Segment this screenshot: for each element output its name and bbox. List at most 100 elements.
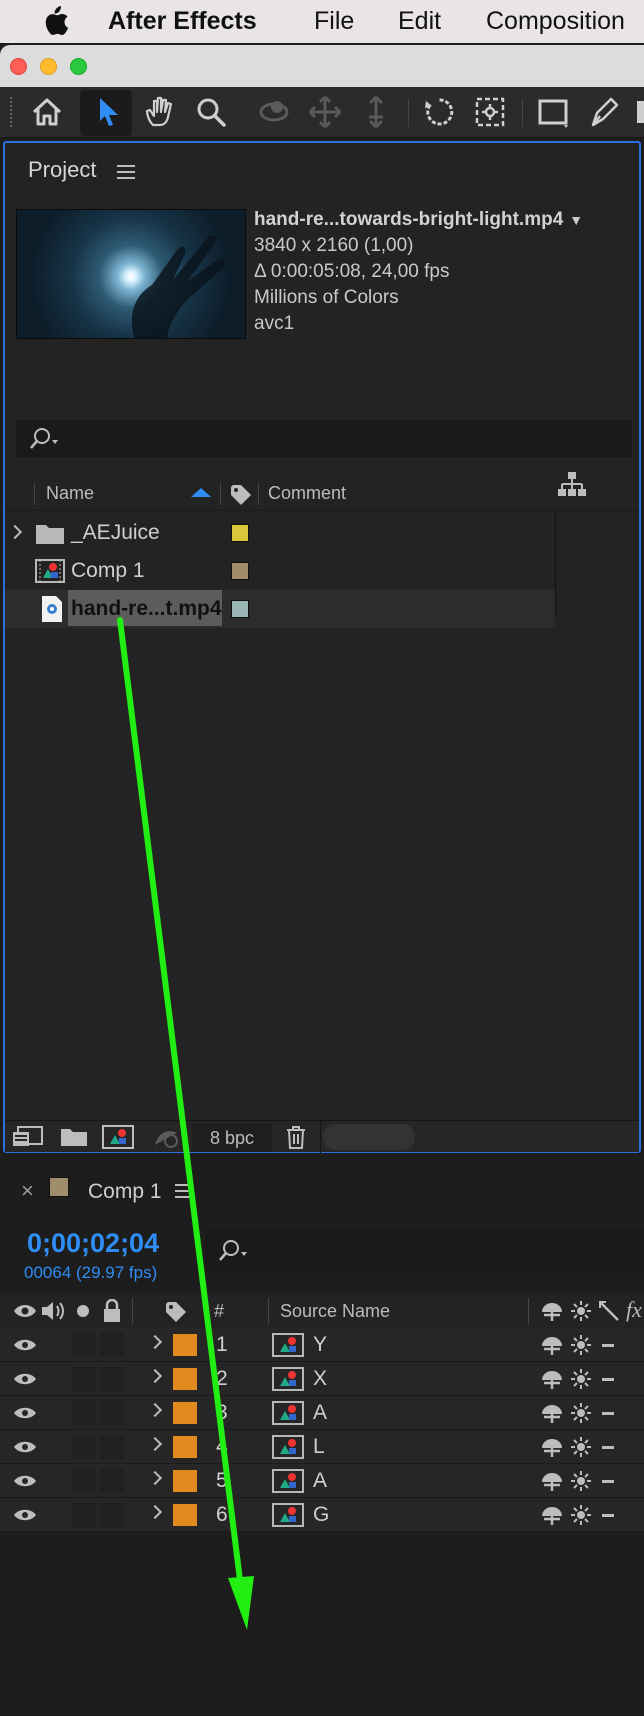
quality-dash-icon[interactable] (602, 1344, 614, 1347)
eye-icon[interactable] (13, 1405, 37, 1421)
home-icon[interactable] (28, 93, 66, 131)
panel-menu-icon[interactable] (117, 165, 135, 179)
orbit-camera-icon[interactable] (255, 93, 293, 131)
project-search-input[interactable] (16, 420, 632, 457)
table-row[interactable]: 4 L (0, 1430, 644, 1464)
collapse-transformations-icon[interactable] (570, 1436, 592, 1458)
rotate-tool-icon[interactable] (420, 93, 458, 131)
shy-icon[interactable] (540, 1470, 564, 1492)
shy-icon[interactable] (540, 1300, 564, 1322)
quality-dash-icon[interactable] (602, 1480, 614, 1483)
eye-icon[interactable] (13, 1473, 37, 1489)
layer-name[interactable]: X (313, 1367, 327, 1391)
eye-icon[interactable] (13, 1337, 37, 1353)
toolbar-grip[interactable] (10, 97, 16, 127)
close-tab-icon[interactable]: × (21, 1178, 34, 1204)
collapse-transformations-icon[interactable] (570, 1300, 592, 1322)
more-tools-button[interactable] (637, 101, 644, 123)
column-name[interactable]: Name (46, 483, 94, 504)
eye-icon[interactable] (13, 1439, 37, 1455)
list-item[interactable]: Comp 1 (5, 552, 605, 590)
new-folder-icon[interactable] (60, 1125, 88, 1147)
column-comment[interactable]: Comment (268, 483, 346, 504)
apple-icon[interactable] (40, 4, 70, 38)
solo-toggle[interactable] (72, 1401, 96, 1425)
sort-ascending-icon[interactable] (189, 485, 213, 499)
tab-comp[interactable]: Comp 1 (88, 1180, 162, 1204)
footage-dropdown-icon[interactable]: ▼ (569, 212, 583, 228)
solo-icon[interactable] (77, 1305, 89, 1317)
effects-icon[interactable]: fx (626, 1297, 642, 1323)
thumbnail-slider[interactable] (323, 1124, 415, 1150)
quality-dash-icon[interactable] (602, 1446, 614, 1449)
layer-name[interactable]: A (313, 1469, 327, 1493)
table-row[interactable]: 2 X (0, 1362, 644, 1396)
lock-toggle[interactable] (100, 1401, 124, 1425)
layer-label-swatch[interactable] (173, 1436, 197, 1458)
collapse-transformations-icon[interactable] (570, 1368, 592, 1390)
solo-toggle[interactable] (72, 1503, 96, 1527)
solo-toggle[interactable] (72, 1469, 96, 1493)
menu-composition[interactable]: Composition (486, 7, 625, 36)
new-composition-icon[interactable] (102, 1124, 134, 1150)
solo-toggle[interactable] (72, 1367, 96, 1391)
layer-label-swatch[interactable] (173, 1334, 197, 1356)
item-name[interactable]: hand-re...t.mp4 (71, 597, 222, 621)
comp-label-swatch[interactable] (49, 1177, 69, 1197)
rectangle-tool-icon[interactable] (534, 93, 572, 131)
label-tag-icon[interactable] (164, 1300, 188, 1324)
column-number[interactable]: # (214, 1301, 224, 1322)
table-row[interactable]: 6 G (0, 1498, 644, 1532)
pan-camera-icon[interactable] (306, 93, 344, 131)
selection-tool-icon[interactable] (89, 93, 127, 131)
shy-icon[interactable] (540, 1334, 564, 1356)
bit-depth-button[interactable]: 8 bpc (192, 1124, 272, 1152)
menu-app-name[interactable]: After Effects (108, 7, 257, 36)
eye-icon[interactable] (13, 1371, 37, 1387)
layer-label-swatch[interactable] (173, 1402, 197, 1424)
menu-edit[interactable]: Edit (398, 7, 441, 36)
lock-icon[interactable] (102, 1299, 122, 1323)
close-window-button[interactable] (10, 58, 27, 75)
column-source-name[interactable]: Source Name (280, 1301, 390, 1322)
label-color-swatch[interactable] (231, 600, 249, 618)
expand-arrow-icon[interactable] (147, 1436, 163, 1452)
layer-label-swatch[interactable] (173, 1368, 197, 1390)
layer-label-swatch[interactable] (173, 1470, 197, 1492)
expand-arrow-icon[interactable] (147, 1368, 163, 1384)
quality-dash-icon[interactable] (602, 1514, 614, 1517)
label-tag-icon[interactable] (229, 483, 253, 507)
collapse-transformations-icon[interactable] (570, 1470, 592, 1492)
expand-arrow-icon[interactable] (147, 1470, 163, 1486)
timeline-search-input[interactable] (205, 1230, 644, 1272)
zoom-window-button[interactable] (70, 58, 87, 75)
quality-icon[interactable] (598, 1300, 620, 1322)
audio-icon[interactable] (40, 1300, 66, 1322)
panel-menu-icon[interactable] (175, 1184, 193, 1198)
shy-icon[interactable] (540, 1504, 564, 1526)
layer-label-swatch[interactable] (173, 1504, 197, 1526)
lock-toggle[interactable] (100, 1435, 124, 1459)
list-item[interactable]: _AEJuice (5, 514, 605, 552)
anchor-point-tool-icon[interactable] (471, 93, 509, 131)
lock-toggle[interactable] (100, 1469, 124, 1493)
collapse-transformations-icon[interactable] (570, 1334, 592, 1356)
layer-name[interactable]: A (313, 1401, 327, 1425)
table-row[interactable]: 1 Y (0, 1328, 644, 1362)
layer-name[interactable]: Y (313, 1333, 327, 1357)
expand-arrow-icon[interactable] (7, 524, 23, 540)
expand-arrow-icon[interactable] (147, 1504, 163, 1520)
quality-dash-icon[interactable] (602, 1412, 614, 1415)
current-time-display[interactable]: 0;00;02;04 (27, 1228, 159, 1259)
panel-title[interactable]: Project (28, 157, 96, 183)
table-row[interactable]: 3 A (0, 1396, 644, 1430)
minimize-window-button[interactable] (40, 58, 57, 75)
label-color-swatch[interactable] (231, 562, 249, 580)
layer-name[interactable]: G (313, 1503, 329, 1527)
collapse-transformations-icon[interactable] (570, 1402, 592, 1424)
expand-arrow-icon[interactable] (147, 1402, 163, 1418)
flowchart-icon[interactable] (557, 470, 587, 498)
lock-toggle[interactable] (100, 1333, 124, 1357)
expand-arrow-icon[interactable] (147, 1334, 163, 1350)
dolly-camera-icon[interactable] (357, 93, 395, 131)
